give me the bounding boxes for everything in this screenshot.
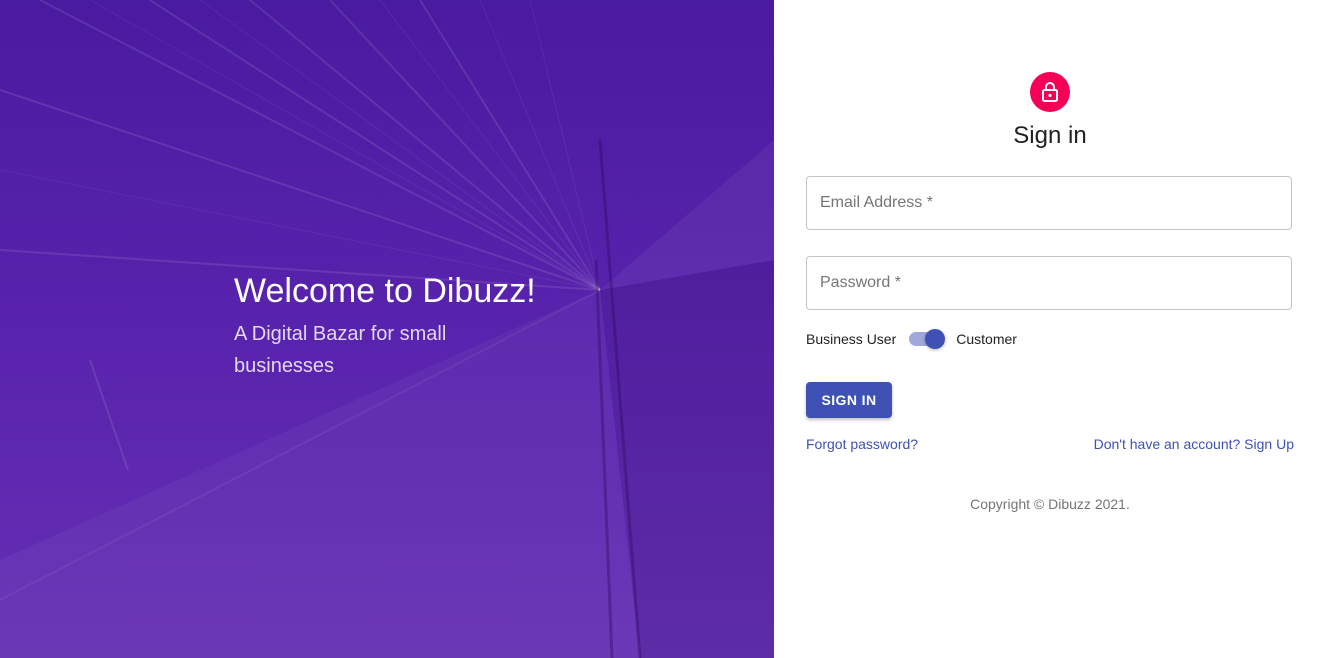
password-field[interactable]	[806, 256, 1292, 310]
hero-title: Welcome to Dibuzz!	[234, 272, 536, 310]
toggle-left-label: Business User	[806, 331, 897, 347]
lock-icon	[1042, 82, 1058, 102]
copyright-text: Copyright © Dibuzz 2021.	[970, 496, 1130, 512]
signin-panel: Sign in Business User Customer SIGN IN F…	[774, 0, 1326, 658]
switch-thumb[interactable]	[925, 329, 946, 349]
hero-text-block: Welcome to Dibuzz! A Digital Bazar for s…	[234, 270, 564, 382]
signin-title: Sign in	[1013, 122, 1087, 149]
sign-up-link[interactable]: Don't have an account? Sign Up	[1094, 436, 1294, 452]
toggle-right-label: Customer	[956, 331, 1017, 347]
email-input[interactable]	[807, 177, 1291, 229]
hero-subtitle: A Digital Bazar for small businesses	[234, 323, 447, 377]
user-type-switch[interactable]	[907, 328, 947, 350]
hero-panel: Welcome to Dibuzz! A Digital Bazar for s…	[0, 0, 774, 658]
password-input[interactable]	[807, 257, 1291, 309]
email-field[interactable]	[806, 176, 1292, 230]
lock-avatar	[1030, 72, 1070, 112]
sign-in-button[interactable]: SIGN IN	[806, 382, 892, 418]
forgot-password-link[interactable]: Forgot password?	[806, 436, 918, 452]
user-type-toggle-row: Business User Customer	[806, 328, 1017, 350]
login-page: Welcome to Dibuzz! A Digital Bazar for s…	[0, 0, 1326, 658]
